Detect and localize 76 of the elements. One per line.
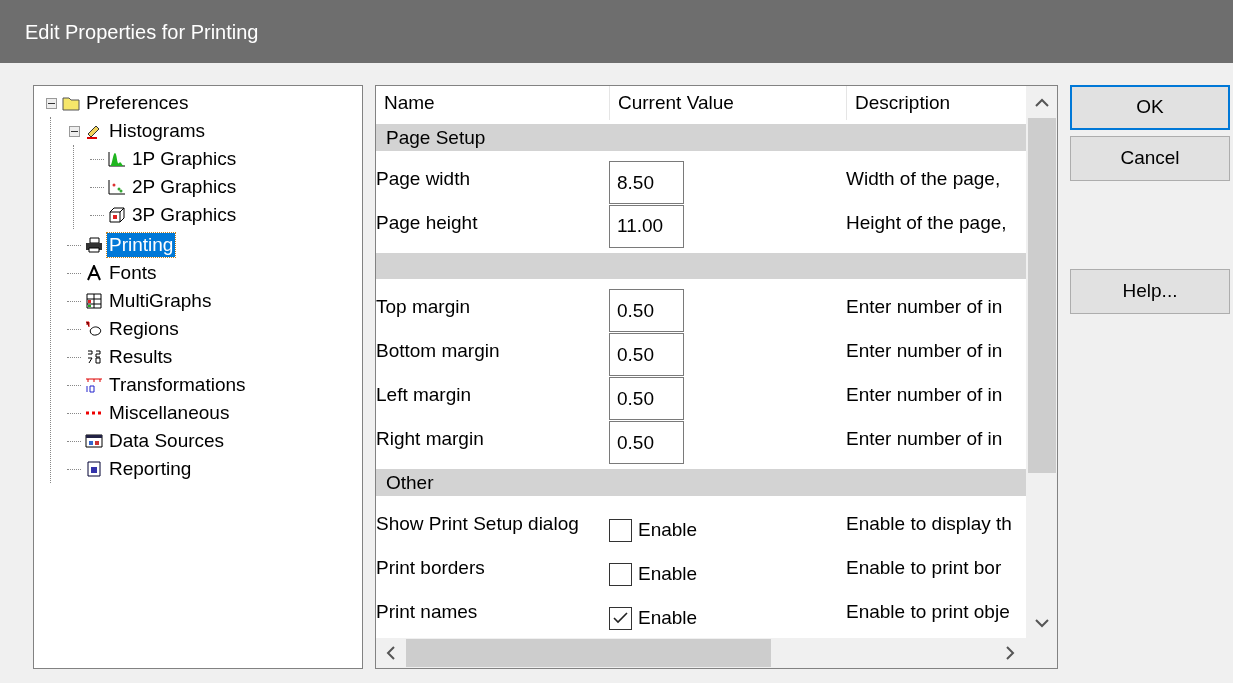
property-name: Left margin: [376, 383, 473, 408]
tree-item[interactable]: Preferences: [84, 91, 191, 115]
tree-item[interactable]: MultiGraphs: [107, 289, 214, 313]
checkbox[interactable]: [609, 518, 632, 542]
window-title-bar: Edit Properties for Printing: [0, 0, 1233, 63]
property-description: Enter number of in: [846, 427, 1003, 452]
property-name: Show Print Setup dialog: [376, 512, 580, 537]
tree-item[interactable]: 2P Graphics: [130, 175, 239, 199]
value-field[interactable]: 0.50: [609, 289, 684, 333]
checkbox-label: Enable: [638, 606, 698, 630]
region-icon: [85, 321, 103, 337]
tree-item[interactable]: 3P Graphics: [130, 203, 239, 227]
tree-item[interactable]: Data Sources: [107, 429, 227, 453]
dialog-button[interactable]: Cancel: [1070, 136, 1230, 181]
column-header[interactable]: Current Value: [610, 86, 847, 120]
tree-item[interactable]: Results: [107, 345, 175, 369]
tree-item[interactable]: Miscellaneous: [107, 401, 232, 425]
value-field[interactable]: 0.50: [609, 333, 684, 377]
tree-item[interactable]: Histograms: [107, 119, 208, 143]
column-header[interactable]: Name: [376, 86, 610, 120]
numbers-icon: [85, 349, 103, 365]
checkbox-label: Enable: [638, 518, 698, 543]
scrollbar-thumb[interactable]: [1027, 118, 1056, 473]
value-field[interactable]: 0.50: [609, 377, 684, 421]
property-description: Enter number of in: [846, 295, 1003, 320]
tree-item[interactable]: Fonts: [107, 261, 159, 285]
tree-item[interactable]: Printing: [107, 233, 176, 257]
window-icon: [85, 433, 103, 449]
property-description: Height of the page,: [846, 210, 1007, 235]
letter-icon: [85, 265, 103, 281]
report-icon: [85, 461, 103, 477]
property-description: Enable to print obje: [846, 600, 1010, 624]
tree-item[interactable]: Reporting: [107, 457, 194, 481]
dialog-button[interactable]: OK: [1070, 85, 1230, 130]
section-header: Page Setup: [376, 124, 1026, 151]
property-description: Enter number of in: [846, 339, 1003, 364]
chevron-left-icon[interactable]: [386, 646, 396, 660]
property-description: Width of the page,: [846, 167, 1001, 191]
property-description: Enter number of in: [846, 383, 1003, 408]
grid-icon: [85, 293, 103, 309]
printer-icon: [85, 237, 103, 253]
tree-item[interactable]: Transformations: [107, 373, 248, 397]
cube-icon: [108, 207, 126, 223]
property-name: Page height: [376, 210, 479, 235]
value-field[interactable]: 8.50: [609, 161, 684, 204]
scatter-chart-icon: [108, 179, 126, 195]
property-name: Top margin: [376, 295, 471, 320]
value-field[interactable]: 0.50: [609, 421, 684, 465]
property-description: Enable to print bor: [846, 556, 1002, 581]
property-name: Page width: [376, 167, 471, 191]
collapse-toggle[interactable]: [68, 125, 80, 137]
column-header[interactable]: Description: [847, 86, 1026, 120]
vertical-scrollbar[interactable]: [1026, 86, 1057, 638]
chevron-up-icon[interactable]: [1034, 98, 1049, 108]
section-header: Other: [376, 469, 1026, 497]
peak-chart-icon: [108, 151, 126, 167]
checkmark-icon: [613, 612, 628, 625]
checkbox-label: Enable: [638, 562, 698, 587]
tree-item[interactable]: 1P Graphics: [130, 147, 239, 171]
property-name: Print names: [376, 600, 479, 624]
collapse-toggle[interactable]: [45, 97, 57, 109]
scrollbar-thumb[interactable]: [406, 639, 771, 667]
chevron-right-icon[interactable]: [1005, 646, 1015, 660]
chevron-down-icon[interactable]: [1034, 618, 1049, 628]
dialog-button[interactable]: Help...: [1070, 269, 1230, 314]
property-name: Print borders: [376, 556, 486, 581]
property-name: Right margin: [376, 427, 485, 452]
property-description: Enable to display th: [846, 512, 1012, 537]
property-name: Bottom margin: [376, 339, 501, 364]
tree-item[interactable]: Regions: [107, 317, 181, 341]
folder-icon: [62, 95, 80, 111]
value-field[interactable]: 11.00: [609, 204, 684, 248]
scale-icon: [85, 377, 103, 393]
checkbox[interactable]: [609, 606, 632, 630]
horizontal-scrollbar[interactable]: [376, 638, 1057, 668]
checkbox[interactable]: [609, 562, 632, 586]
